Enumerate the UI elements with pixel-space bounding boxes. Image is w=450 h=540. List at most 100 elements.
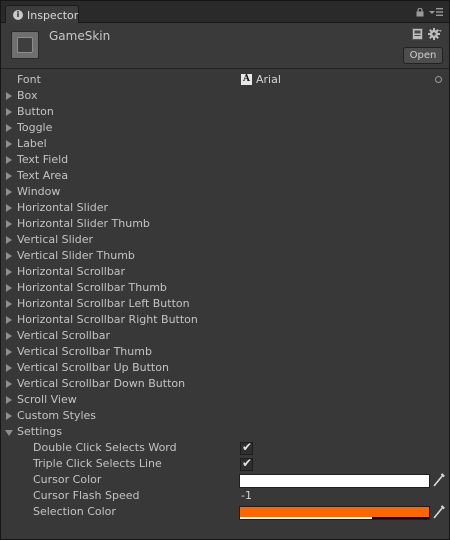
foldout-horizontal-slider-thumb[interactable]: Horizontal Slider Thumb bbox=[1, 216, 449, 232]
foldout-arrow-right-icon bbox=[6, 140, 12, 148]
foldout-vertical-scrollbar-down-button[interactable]: Vertical Scrollbar Down Button bbox=[1, 376, 449, 392]
foldout-label: Text Area bbox=[17, 169, 69, 182]
font-row: Font A Arial bbox=[1, 72, 449, 88]
object-picker-icon[interactable] bbox=[435, 76, 442, 83]
foldout-toggle[interactable]: Toggle bbox=[1, 120, 449, 136]
eyedropper-icon[interactable] bbox=[433, 505, 445, 519]
foldout-arrow-right-icon bbox=[6, 236, 12, 244]
font-label: Font bbox=[17, 73, 41, 86]
foldout-horizontal-scrollbar-left-button[interactable]: Horizontal Scrollbar Left Button bbox=[1, 296, 449, 312]
checkmark-icon: ✔ bbox=[242, 456, 253, 470]
cursor-flash-speed-label: Cursor Flash Speed bbox=[33, 489, 140, 502]
foldout-button[interactable]: Button bbox=[1, 104, 449, 120]
double-click-row: Double Click Selects Word ✔ bbox=[1, 440, 449, 456]
foldout-label: Horizontal Scrollbar bbox=[17, 265, 126, 278]
foldout-label: Horizontal Scrollbar Right Button bbox=[17, 313, 198, 326]
foldout-label: Horizontal Scrollbar Thumb bbox=[17, 281, 167, 294]
alpha-bar bbox=[240, 517, 372, 519]
asset-name: GameSkin bbox=[49, 29, 111, 43]
tab-bar: i Inspector bbox=[1, 1, 449, 24]
triple-click-row: Triple Click Selects Line ✔ bbox=[1, 456, 449, 472]
guiskin-asset-icon bbox=[11, 31, 39, 59]
foldout-arrow-right-icon bbox=[6, 172, 12, 180]
foldout-arrow-right-icon bbox=[6, 412, 12, 420]
selection-color-field[interactable] bbox=[239, 506, 430, 520]
checkmark-icon: ✔ bbox=[242, 440, 253, 454]
tab-inspector[interactable]: i Inspector bbox=[5, 5, 79, 24]
foldout-horizontal-slider[interactable]: Horizontal Slider bbox=[1, 200, 449, 216]
tab-menu-icon[interactable] bbox=[429, 6, 443, 18]
foldout-label: Horizontal Scrollbar Left Button bbox=[17, 297, 190, 310]
font-field[interactable]: A Arial bbox=[241, 72, 442, 88]
foldout-label[interactable]: Label bbox=[1, 136, 449, 152]
cursor-flash-speed-field[interactable]: -1 bbox=[241, 489, 252, 502]
foldout-horizontal-scrollbar[interactable]: Horizontal Scrollbar bbox=[1, 264, 449, 280]
foldout-arrow-right-icon bbox=[6, 124, 12, 132]
foldout-vertical-scrollbar-thumb[interactable]: Vertical Scrollbar Thumb bbox=[1, 344, 449, 360]
foldout-arrow-right-icon bbox=[6, 316, 12, 324]
font-value: Arial bbox=[256, 73, 281, 86]
lock-icon[interactable] bbox=[416, 8, 424, 17]
foldout-box[interactable]: Box bbox=[1, 88, 449, 104]
selection-color-row: Selection Color bbox=[1, 504, 449, 520]
gear-icon[interactable] bbox=[428, 27, 442, 41]
cursor-color-field[interactable] bbox=[239, 474, 430, 488]
double-click-checkbox[interactable]: ✔ bbox=[240, 440, 253, 455]
foldout-label: Vertical Slider Thumb bbox=[17, 249, 135, 262]
foldout-scroll-view[interactable]: Scroll View bbox=[1, 392, 449, 408]
alpha-bar-remainder bbox=[372, 517, 429, 519]
triple-click-checkbox[interactable]: ✔ bbox=[240, 456, 253, 471]
foldout-settings[interactable]: Settings bbox=[1, 424, 449, 440]
foldout-arrow-right-icon bbox=[6, 284, 12, 292]
foldout-arrow-right-icon bbox=[6, 220, 12, 228]
foldout-arrow-right-icon bbox=[6, 268, 12, 276]
foldout-arrow-right-icon bbox=[6, 364, 12, 372]
foldout-text-area[interactable]: Text Area bbox=[1, 168, 449, 184]
foldout-text-field[interactable]: Text Field bbox=[1, 152, 449, 168]
foldout-label: Vertical Slider bbox=[17, 233, 94, 246]
inspector-window: i Inspector GameSkin Open Font A Arial B… bbox=[0, 0, 450, 540]
foldout-arrow-right-icon bbox=[6, 348, 12, 356]
foldout-window[interactable]: Window bbox=[1, 184, 449, 200]
foldout-vertical-scrollbar-up-button[interactable]: Vertical Scrollbar Up Button bbox=[1, 360, 449, 376]
foldout-arrow-down-icon bbox=[5, 430, 13, 436]
foldout-label: Toggle bbox=[17, 121, 53, 134]
foldout-arrow-right-icon bbox=[6, 108, 12, 116]
foldout-label: Vertical Scrollbar Thumb bbox=[17, 345, 152, 358]
tab-label: Inspector bbox=[27, 9, 79, 22]
foldout-arrow-right-icon bbox=[6, 156, 12, 164]
foldout-label: Vertical Scrollbar bbox=[17, 329, 111, 342]
foldout-label: Label bbox=[17, 137, 47, 150]
double-click-label: Double Click Selects Word bbox=[33, 441, 177, 454]
eyedropper-icon[interactable] bbox=[433, 473, 445, 487]
foldout-arrow-right-icon bbox=[6, 252, 12, 260]
foldout-horizontal-scrollbar-thumb[interactable]: Horizontal Scrollbar Thumb bbox=[1, 280, 449, 296]
foldout-label: Horizontal Slider Thumb bbox=[17, 217, 150, 230]
foldout-label: Custom Styles bbox=[17, 409, 96, 422]
foldout-vertical-scrollbar[interactable]: Vertical Scrollbar bbox=[1, 328, 449, 344]
foldout-arrow-right-icon bbox=[6, 300, 12, 308]
cursor-flash-speed-row: Cursor Flash Speed -1 bbox=[1, 488, 449, 504]
alpha-bar bbox=[240, 485, 429, 487]
inspector-header: GameSkin Open bbox=[1, 23, 449, 69]
foldout-horizontal-scrollbar-right-button[interactable]: Horizontal Scrollbar Right Button bbox=[1, 312, 449, 328]
foldout-arrow-right-icon bbox=[6, 396, 12, 404]
settings-label: Settings bbox=[17, 425, 63, 438]
foldout-arrow-right-icon bbox=[6, 92, 12, 100]
foldout-arrow-right-icon bbox=[6, 188, 12, 196]
foldout-vertical-slider-thumb[interactable]: Vertical Slider Thumb bbox=[1, 248, 449, 264]
help-book-icon[interactable] bbox=[412, 28, 423, 40]
foldout-label: Text Field bbox=[17, 153, 69, 166]
foldout-custom-styles[interactable]: Custom Styles bbox=[1, 408, 449, 424]
foldout-arrow-right-icon bbox=[6, 204, 12, 212]
cursor-color-row: Cursor Color bbox=[1, 472, 449, 488]
foldout-arrow-right-icon bbox=[6, 380, 12, 388]
foldout-label: Horizontal Slider bbox=[17, 201, 109, 214]
foldout-vertical-slider[interactable]: Vertical Slider bbox=[1, 232, 449, 248]
triple-click-label: Triple Click Selects Line bbox=[33, 457, 162, 470]
cursor-color-label: Cursor Color bbox=[33, 473, 102, 486]
font-icon: A bbox=[241, 74, 252, 85]
foldout-label: Window bbox=[17, 185, 61, 198]
open-button[interactable]: Open bbox=[403, 47, 443, 64]
foldout-arrow-right-icon bbox=[6, 332, 12, 340]
